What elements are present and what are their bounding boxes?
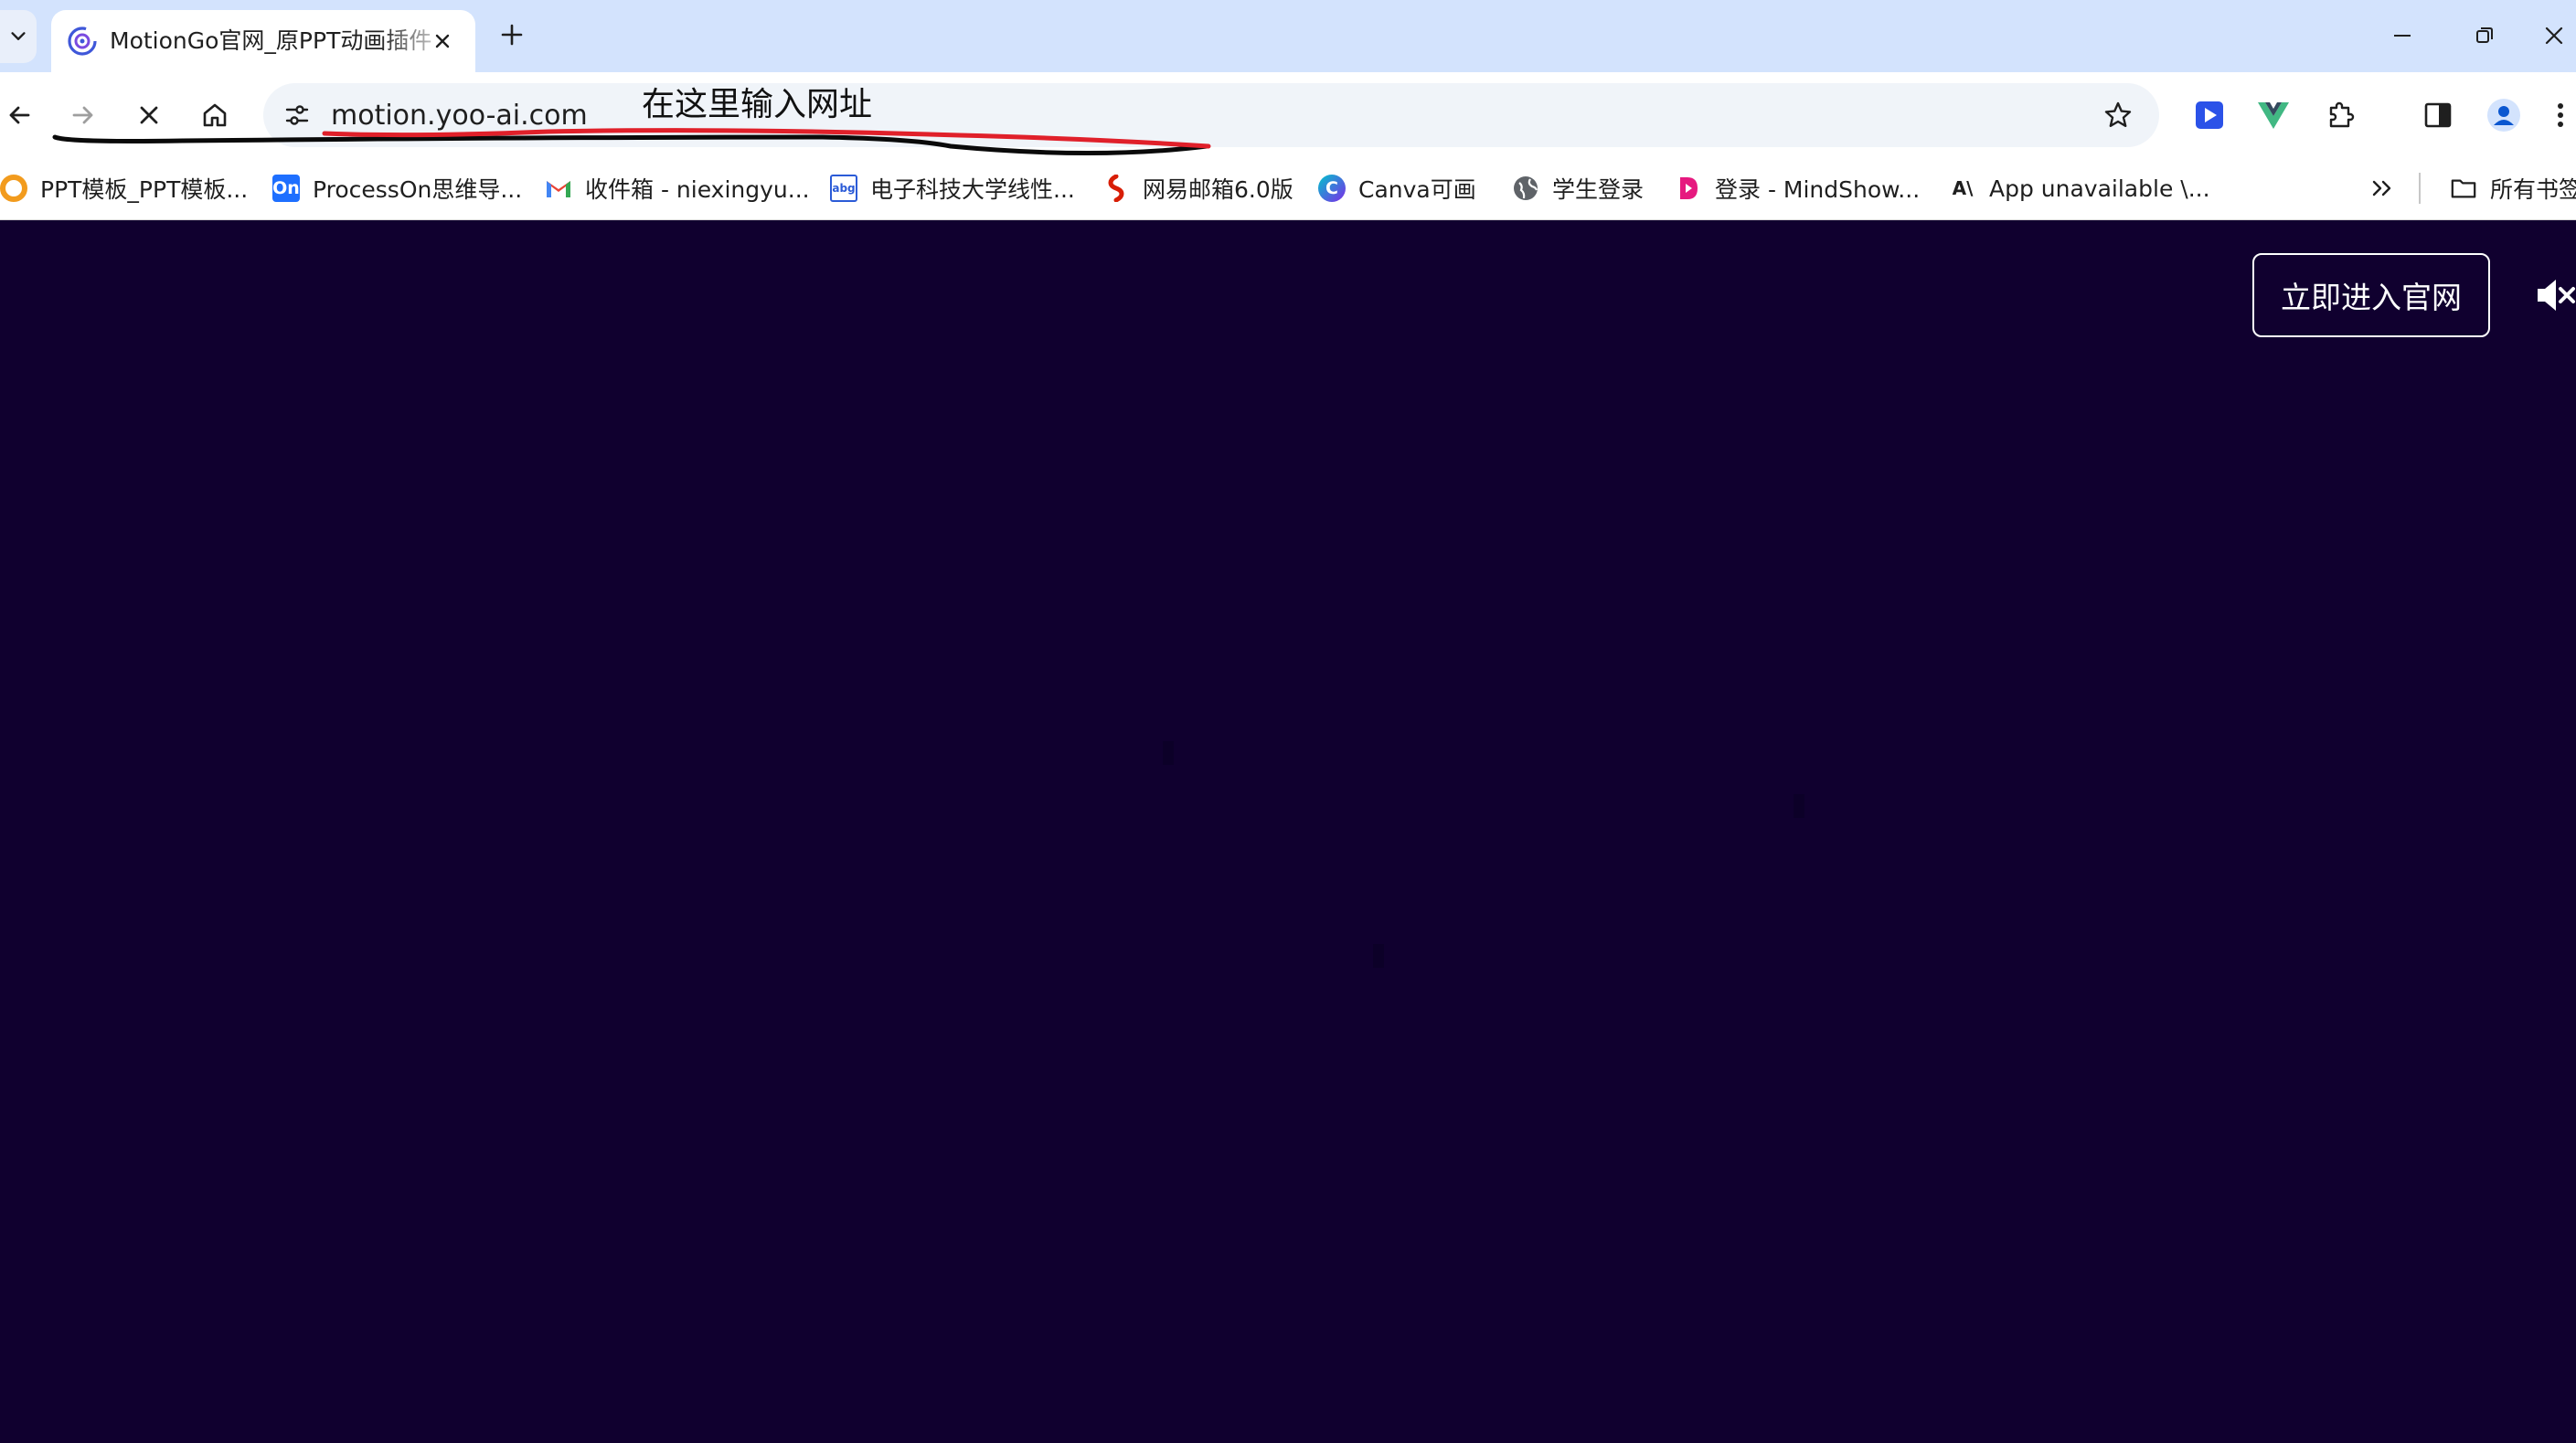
bookmark-app-unavailable[interactable]: A\ App unavailable \... [1949, 165, 2210, 211]
bookmark-processon[interactable]: On ProcessOn思维导... [272, 165, 522, 211]
bookmark-label: 学生登录 [1552, 176, 1645, 203]
browser-toolbar: motion.yoo-ai.com [0, 72, 2576, 156]
extension-player-button[interactable] [2187, 92, 2232, 138]
bookmarks-bar: PPT模板_PPT模板... On ProcessOn思维导... 收件箱 - … [0, 156, 2576, 220]
home-button[interactable] [192, 92, 238, 138]
bookmark-label: App unavailable \... [1989, 175, 2210, 202]
star-icon [2104, 101, 2132, 127]
bookmark-label: Canva可画 [1358, 176, 1476, 203]
motiongo-favicon-icon [68, 27, 97, 56]
gmail-icon [545, 175, 572, 202]
restore-button[interactable] [2457, 13, 2512, 58]
window-close-icon [2545, 27, 2563, 45]
bookmarks-divider [2419, 173, 2421, 204]
canva-icon: C [1318, 175, 1346, 202]
all-bookmarks-folder[interactable]: 所有书签 [2450, 165, 2576, 211]
tab-strip: MotionGo官网_原PPT动画插件 [0, 0, 2576, 72]
side-panel-button[interactable] [2415, 92, 2461, 138]
bookmark-label: 电子科技大学线性... [870, 176, 1075, 203]
chevron-down-icon [11, 32, 26, 40]
bookmark-mindshow[interactable]: 登录 - MindShow... [1675, 165, 1920, 211]
avatar-icon [2487, 99, 2520, 132]
mindshow-icon [1675, 175, 1702, 202]
mute-button[interactable] [2534, 273, 2576, 317]
ppt-template-icon [0, 175, 27, 202]
vue-icon [2258, 102, 2289, 129]
active-tab[interactable]: MotionGo官网_原PPT动画插件 [51, 10, 475, 72]
restore-icon [2476, 27, 2493, 43]
bookmark-netease-mail[interactable]: 网易邮箱6.0版 [1102, 165, 1293, 211]
extensions-button[interactable] [2318, 92, 2364, 138]
tab-close-button[interactable] [424, 23, 461, 59]
bookmark-star-button[interactable] [2097, 94, 2139, 136]
netease-mail-icon [1102, 175, 1130, 202]
bookmark-label: ProcessOn思维导... [313, 176, 523, 203]
enter-official-site-button[interactable]: 立即进入官网 [2252, 253, 2490, 337]
menu-button[interactable] [2545, 92, 2576, 138]
anthropic-icon: A\ [1952, 177, 1974, 199]
loading-artifact [1373, 944, 1384, 968]
close-icon [435, 34, 450, 48]
tab-title: MotionGo官网_原PPT动画插件 [110, 27, 432, 54]
minimize-icon [2394, 35, 2411, 37]
bookmark-ppt-template[interactable]: PPT模板_PPT模板... [0, 165, 248, 211]
arrow-right-icon [72, 106, 93, 124]
double-chevron-right-icon [2372, 180, 2391, 196]
arrow-left-icon [9, 106, 30, 124]
puzzle-icon [2329, 101, 2355, 128]
bookmark-uestc[interactable]: abg 电子科技大学线性... [830, 165, 1075, 211]
bookmark-label: 网易邮箱6.0版 [1143, 176, 1293, 203]
close-icon [140, 106, 158, 124]
bookmark-label: 登录 - MindShow... [1715, 176, 1921, 203]
loading-artifact [1163, 741, 1174, 765]
more-vert-icon [2558, 103, 2563, 127]
bookmark-label: 收件箱 - niexingyu... [585, 176, 810, 203]
tab-search-button[interactable] [0, 10, 37, 63]
volume-muted-icon [2538, 280, 2575, 311]
window-close-button[interactable] [2532, 13, 2576, 58]
site-info-button[interactable] [276, 94, 318, 136]
new-tab-button[interactable] [494, 16, 530, 53]
bookmarks-overflow-button[interactable] [2364, 165, 2400, 211]
bookmark-student-login[interactable]: 学生登录 [1512, 165, 1644, 211]
bookmark-label: PPT模板_PPT模板... [40, 176, 249, 203]
extension-vue-button[interactable] [2251, 92, 2296, 138]
tune-icon [285, 105, 309, 125]
bookmark-canva[interactable]: C Canva可画 [1318, 165, 1476, 211]
folder-icon [2450, 175, 2477, 202]
play-extension-icon [2196, 101, 2223, 129]
home-icon [203, 103, 227, 127]
forward-button[interactable] [60, 92, 106, 138]
plus-icon [501, 24, 523, 46]
uestc-icon: abg [830, 175, 857, 202]
minimize-button[interactable] [2375, 13, 2430, 58]
processon-icon: On [272, 175, 300, 202]
url-text[interactable]: motion.yoo-ai.com [331, 96, 588, 136]
annotation-text: 在这里输入网址 [642, 86, 873, 123]
stop-loading-button[interactable] [126, 92, 172, 138]
loading-artifact [1794, 794, 1804, 818]
profile-button[interactable] [2481, 92, 2527, 138]
back-button[interactable] [0, 92, 42, 138]
all-bookmarks-label: 所有书签 [2490, 176, 2576, 203]
address-bar[interactable]: motion.yoo-ai.com [263, 83, 2159, 147]
bookmark-gmail[interactable]: 收件箱 - niexingyu... [545, 165, 810, 211]
side-panel-icon [2424, 102, 2452, 128]
page-content: 立即进入官网 [0, 220, 2576, 1443]
globe-icon [1512, 175, 1539, 202]
